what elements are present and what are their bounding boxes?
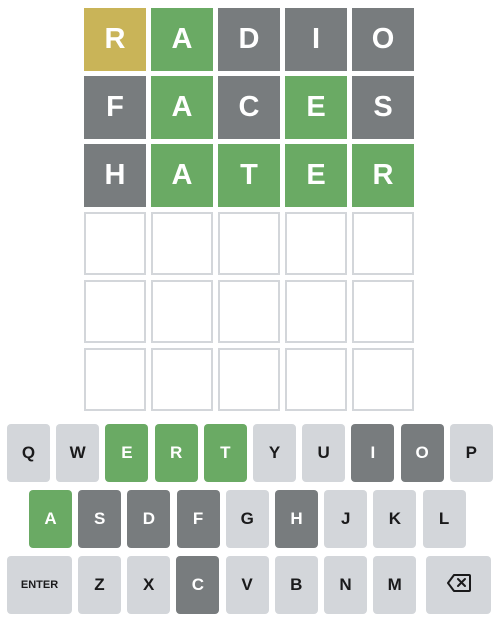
key-e[interactable]: E bbox=[105, 424, 149, 482]
guess-row bbox=[84, 212, 414, 275]
tile bbox=[352, 212, 414, 275]
tile bbox=[285, 348, 347, 411]
tile: F bbox=[84, 76, 146, 139]
tile: H bbox=[84, 144, 146, 207]
key-s[interactable]: S bbox=[78, 490, 122, 548]
tile: T bbox=[218, 144, 280, 207]
tile bbox=[285, 212, 347, 275]
key-n[interactable]: N bbox=[324, 556, 367, 614]
key-y[interactable]: Y bbox=[253, 424, 296, 482]
key-i[interactable]: I bbox=[351, 424, 395, 482]
key-k[interactable]: K bbox=[373, 490, 417, 548]
tile bbox=[84, 212, 146, 275]
key-u[interactable]: U bbox=[302, 424, 346, 482]
tile bbox=[84, 348, 146, 411]
key-a[interactable]: A bbox=[29, 490, 72, 548]
tile: E bbox=[285, 144, 347, 207]
tile bbox=[218, 280, 280, 343]
enter-key[interactable]: ENTER bbox=[7, 556, 72, 614]
tile: O bbox=[352, 8, 414, 71]
key-x[interactable]: X bbox=[127, 556, 171, 614]
key-f[interactable]: F bbox=[176, 490, 220, 548]
key-r[interactable]: R bbox=[154, 424, 198, 482]
keyboard-row: QWERTYUIOP bbox=[0, 424, 498, 482]
tile bbox=[84, 280, 146, 343]
key-l[interactable]: L bbox=[422, 490, 466, 548]
tile bbox=[218, 212, 280, 275]
tile bbox=[352, 348, 414, 411]
game-board: RADIOFACESHATER bbox=[84, 8, 414, 416]
key-g[interactable]: G bbox=[225, 490, 269, 548]
tile: D bbox=[218, 8, 280, 71]
keyboard-row: ASDFGHJKL bbox=[0, 490, 498, 548]
guess-row: FACES bbox=[84, 76, 414, 139]
guess-row bbox=[84, 280, 414, 343]
key-p[interactable]: P bbox=[449, 424, 493, 482]
guess-row bbox=[84, 348, 414, 411]
tile: R bbox=[352, 144, 414, 207]
backspace-key[interactable] bbox=[426, 556, 491, 614]
tile: I bbox=[285, 8, 347, 71]
tile bbox=[352, 280, 414, 343]
key-t[interactable]: T bbox=[203, 424, 247, 482]
guess-row: HATER bbox=[84, 144, 414, 207]
key-m[interactable]: M bbox=[373, 556, 417, 614]
tile bbox=[151, 348, 213, 411]
key-h[interactable]: H bbox=[275, 490, 318, 548]
tile bbox=[218, 348, 280, 411]
key-j[interactable]: J bbox=[324, 490, 368, 548]
tile: S bbox=[352, 76, 414, 139]
key-o[interactable]: O bbox=[400, 424, 444, 482]
tile: A bbox=[151, 8, 213, 71]
tile bbox=[285, 280, 347, 343]
key-z[interactable]: Z bbox=[78, 556, 121, 614]
tile: C bbox=[218, 76, 280, 139]
tile: A bbox=[151, 76, 213, 139]
tile bbox=[151, 212, 213, 275]
key-c[interactable]: C bbox=[176, 556, 220, 614]
tile: R bbox=[84, 8, 146, 71]
tile: E bbox=[285, 76, 347, 139]
keyboard-row: ENTER Z X C V B N M bbox=[0, 556, 498, 614]
key-b[interactable]: B bbox=[274, 556, 318, 614]
backspace-icon bbox=[446, 573, 471, 597]
key-w[interactable]: W bbox=[56, 424, 100, 482]
key-d[interactable]: D bbox=[127, 490, 171, 548]
tile: A bbox=[151, 144, 213, 207]
tile bbox=[151, 280, 213, 343]
key-q[interactable]: Q bbox=[7, 424, 50, 482]
guess-row: RADIO bbox=[84, 8, 414, 71]
key-v[interactable]: V bbox=[225, 556, 269, 614]
